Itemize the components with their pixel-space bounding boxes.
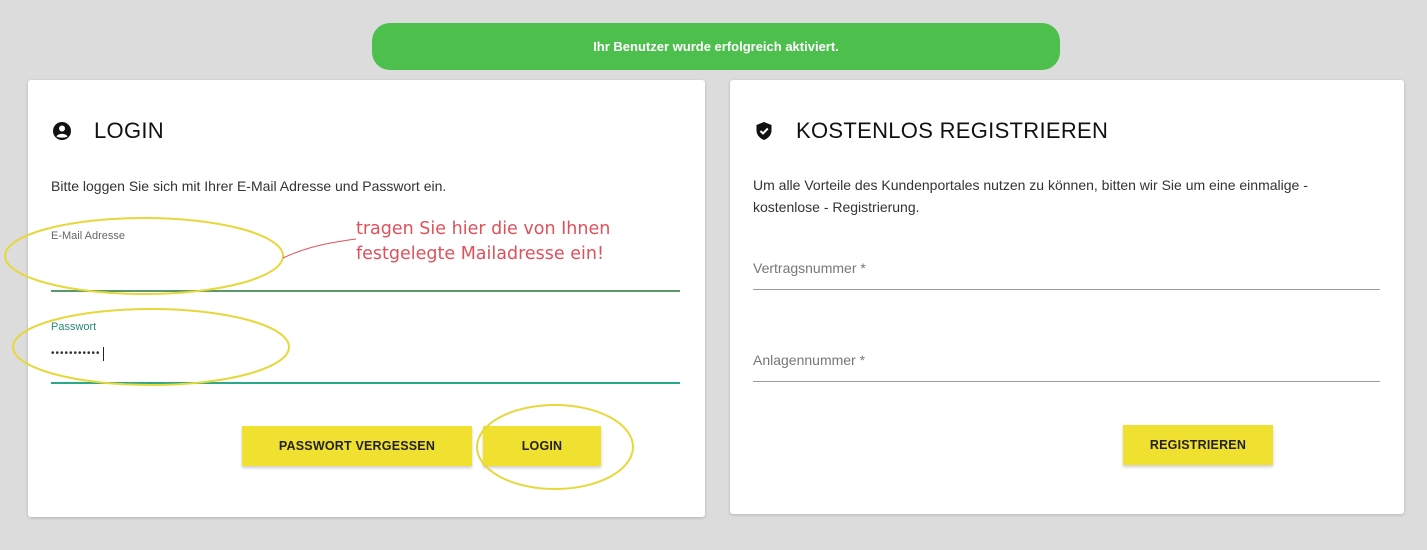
register-description: Um alle Vorteile des Kundenportales nutz…: [753, 177, 1308, 215]
plant-number-field[interactable]: Anlagennummer *: [753, 352, 1380, 382]
user-circle-icon: [53, 122, 71, 140]
register-card: KOSTENLOS REGISTRIEREN Um alle Vorteile …: [730, 80, 1404, 514]
contract-number-field[interactable]: Vertragsnummer *: [753, 260, 1380, 290]
password-field[interactable]: Passwort •••••••••••: [51, 321, 680, 384]
annotation-line-1: tragen Sie hier die von Ihnen: [356, 219, 611, 239]
login-button[interactable]: LOGIN: [483, 426, 601, 466]
success-message: Ihr Benutzer wurde erfolgreich aktiviert…: [593, 39, 839, 54]
annotation-line-2: festgelegte Mailadresse ein!: [356, 244, 604, 264]
password-underline: [51, 382, 680, 384]
email-underline: [51, 290, 680, 292]
contract-number-underline: [753, 289, 1380, 290]
success-banner: Ihr Benutzer wurde erfolgreich aktiviert…: [372, 23, 1060, 70]
email-label: E-Mail Adresse: [51, 230, 125, 242]
shield-check-icon: [756, 122, 772, 140]
register-title: KOSTENLOS REGISTRIEREN: [754, 118, 1108, 144]
login-title: LOGIN: [52, 118, 164, 144]
annotation-note: tragen Sie hier die von Ihnen festgelegt…: [356, 217, 610, 267]
plant-number-label: Anlagennummer *: [753, 352, 866, 368]
register-button[interactable]: REGISTRIEREN: [1123, 425, 1273, 465]
login-description: Bitte loggen Sie sich mit Ihrer E-Mail A…: [51, 178, 447, 194]
contract-number-label: Vertragsnummer *: [753, 260, 866, 276]
password-value: •••••••••••: [51, 347, 104, 361]
password-label: Passwort: [51, 321, 97, 333]
forgot-password-button[interactable]: PASSWORT VERGESSEN: [242, 426, 472, 466]
login-card: LOGIN Bitte loggen Sie sich mit Ihrer E-…: [28, 80, 705, 517]
plant-number-underline: [753, 381, 1380, 382]
